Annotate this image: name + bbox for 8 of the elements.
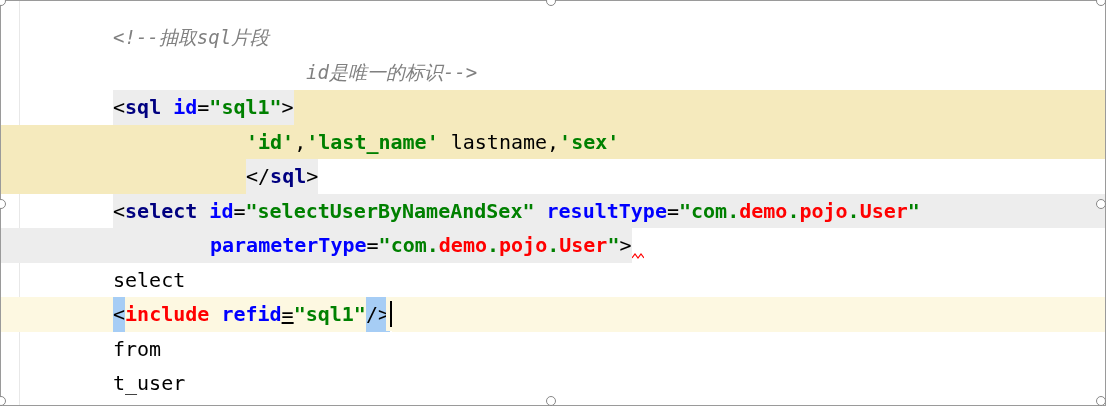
resize-handle[interactable] xyxy=(546,396,556,406)
code-line: t_user xyxy=(113,370,186,398)
resize-handle[interactable] xyxy=(1096,199,1106,209)
code-line: from xyxy=(113,335,162,363)
code-line: <!--抽取sql片段 xyxy=(113,25,270,51)
code-line: id是唯一的标识--> xyxy=(306,59,478,85)
resize-handle[interactable] xyxy=(1096,396,1106,406)
code-line: select xyxy=(113,266,186,294)
